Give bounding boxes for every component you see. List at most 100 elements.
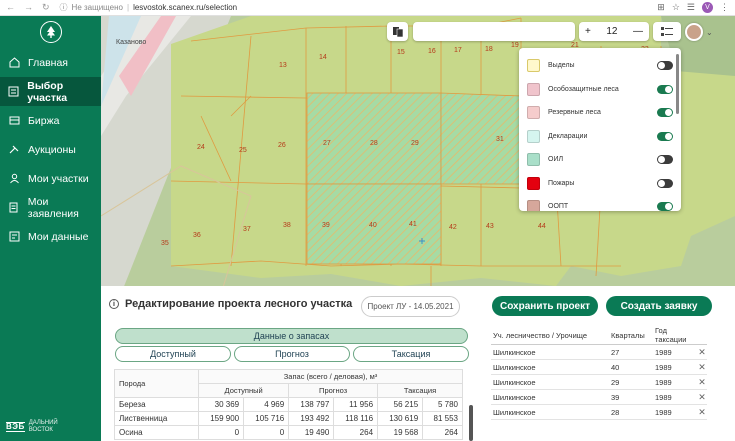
quarter-label[interactable]: 40 — [369, 222, 377, 229]
tab-available[interactable]: Доступный — [115, 346, 231, 362]
quarter-label[interactable]: 24 — [197, 144, 205, 151]
map-search-input[interactable] — [413, 22, 575, 41]
remove-row-icon[interactable]: ✕ — [695, 389, 707, 405]
layer-toggle[interactable] — [657, 178, 673, 188]
quarter-label[interactable]: 13 — [279, 62, 287, 69]
quarter-label[interactable]: 26 — [278, 142, 286, 149]
layer-toggle[interactable] — [657, 155, 673, 165]
stock-data-tab[interactable]: Данные о запасах — [115, 328, 468, 344]
layer-toggle[interactable] — [657, 202, 673, 211]
quarter-label[interactable]: 38 — [283, 222, 291, 229]
quarter-label[interactable]: 28 — [370, 140, 378, 147]
translate-icon[interactable]: ⊞ — [657, 2, 665, 13]
logo[interactable] — [0, 16, 101, 48]
tab-forecast[interactable]: Прогноз — [234, 346, 350, 362]
sidebar: Главная Выбор участка Биржа Аукционы Мои уча… — [0, 16, 101, 441]
sidebar-item-3[interactable]: Аукционы — [0, 135, 101, 164]
layer-label: Особозащитные леса — [548, 85, 619, 93]
layer-toggle[interactable] — [657, 131, 673, 141]
not-secure-label: Не защищено — [71, 3, 123, 12]
quarter-label[interactable]: 14 — [319, 54, 327, 61]
quarter-label[interactable]: 42 — [449, 224, 457, 231]
tab-taxation[interactable]: Таксация — [353, 346, 469, 362]
layer-toggle[interactable] — [657, 61, 673, 71]
stock-value: 19 490 — [288, 425, 335, 440]
col-year: Год таксации — [653, 326, 695, 345]
quarter-label[interactable]: 39 — [322, 222, 330, 229]
tree-logo-icon — [39, 21, 62, 43]
remove-row-icon[interactable]: ✕ — [695, 404, 707, 420]
remove-row-icon[interactable]: ✕ — [695, 359, 707, 375]
quarter-label[interactable]: 17 — [454, 47, 462, 54]
quarter-label[interactable]: 44 — [538, 223, 546, 230]
legend-button[interactable] — [653, 22, 681, 41]
sidebar-item-1[interactable]: Выбор участка — [0, 77, 101, 106]
sidebar-item-6[interactable]: Мои данные — [0, 222, 101, 251]
back-icon[interactable]: ← — [6, 2, 15, 13]
quarter-label[interactable]: 31 — [496, 136, 504, 143]
stock-value: 11 956 — [333, 397, 379, 412]
layers-panel: Выделы Особозащитные леса Резервные леса Де… — [519, 48, 681, 211]
star-icon[interactable]: ☆ — [672, 2, 680, 13]
group-taxation: Таксация — [377, 383, 463, 398]
layer-label: ООПТ — [548, 203, 569, 211]
forward-icon[interactable]: → — [24, 2, 33, 13]
sidebar-item-label: Биржа — [28, 114, 60, 127]
stock-value: 159 900 — [197, 411, 245, 426]
zoom-in-button[interactable]: + — [585, 26, 591, 37]
quarter-label[interactable]: 36 — [193, 232, 201, 239]
bottom-panel: i Редактирование проекта лесного участка… — [101, 286, 735, 441]
remove-row-icon[interactable]: ✕ — [695, 344, 707, 360]
quarter-label[interactable]: 19 — [511, 42, 519, 49]
stock-table: Порода Запас (всего / деловая), м³ Досту… — [114, 369, 463, 440]
quarter-label[interactable]: 41 — [409, 221, 417, 228]
quarter-label[interactable]: 16 — [428, 48, 436, 55]
info-icon[interactable]: i — [109, 299, 119, 309]
url-text: lesvostok.scanex.ru/selection — [133, 3, 238, 12]
user-avatar[interactable] — [685, 23, 703, 41]
cell-quarter: 28 — [609, 404, 653, 420]
more-icon[interactable]: ⋮ — [720, 2, 729, 13]
address-bar[interactable]: ⓘ Не защищено | lesvostok.scanex.ru/sele… — [60, 2, 238, 13]
sidebar-item-2[interactable]: Биржа — [0, 106, 101, 135]
reload-icon[interactable]: ↻ — [42, 2, 50, 13]
remove-row-icon[interactable]: ✕ — [695, 374, 707, 390]
layers-scrollbar[interactable] — [676, 54, 679, 114]
quarter-label[interactable]: 15 — [397, 49, 405, 56]
layer-label: Резервные леса — [548, 109, 601, 117]
create-application-button[interactable]: Создать заявку — [606, 296, 712, 316]
info-icon[interactable]: ⓘ — [60, 2, 68, 13]
quarter-label[interactable]: 43 — [486, 223, 494, 230]
quarter-label[interactable]: 27 — [323, 140, 331, 147]
save-project-button[interactable]: Сохранить проект — [492, 296, 598, 316]
map-select-icon — [8, 86, 19, 98]
layer-toggle[interactable] — [657, 84, 673, 94]
user-menu[interactable]: ⌄ — [685, 20, 727, 44]
sidebar-item-4[interactable]: Мои участки — [0, 164, 101, 193]
extensions-icon[interactable]: ☰ — [687, 2, 695, 13]
sidebar-item-5[interactable]: Мои заявления — [0, 193, 101, 222]
cell-year: 1989 — [653, 389, 695, 405]
cell-forestry: Шилкинское — [491, 404, 609, 420]
sidebar-item-0[interactable]: Главная — [0, 48, 101, 77]
layer-label: Выделы — [548, 62, 575, 70]
stock-value: 30 369 — [197, 397, 245, 412]
layer-toggle[interactable] — [657, 108, 673, 118]
table-row: Шилкинское 27 1989 ✕ — [491, 344, 707, 360]
cell-year: 1989 — [653, 404, 695, 420]
layers-toggle-button[interactable] — [387, 22, 408, 41]
quarter-label[interactable]: 37 — [243, 226, 251, 233]
quarter-label[interactable]: 35 — [161, 240, 169, 247]
project-badge: Проект ЛУ - 14.05.2021 — [361, 296, 460, 317]
quarter-label[interactable]: 25 — [239, 147, 247, 154]
zoom-out-button[interactable]: — — [633, 26, 643, 37]
table-row: Шилкинское 40 1989 ✕ — [491, 359, 707, 375]
bookmark-icon — [392, 26, 403, 37]
cell-year: 1989 — [653, 359, 695, 375]
quarter-label[interactable]: 29 — [411, 140, 419, 147]
quarter-label[interactable]: 18 — [485, 46, 493, 53]
table-scrollbar[interactable] — [469, 405, 473, 441]
col-stock: Запас (всего / деловая), м³ — [198, 369, 463, 384]
cell-forestry: Шилкинское — [491, 359, 609, 375]
profile-avatar[interactable]: V — [702, 2, 713, 13]
